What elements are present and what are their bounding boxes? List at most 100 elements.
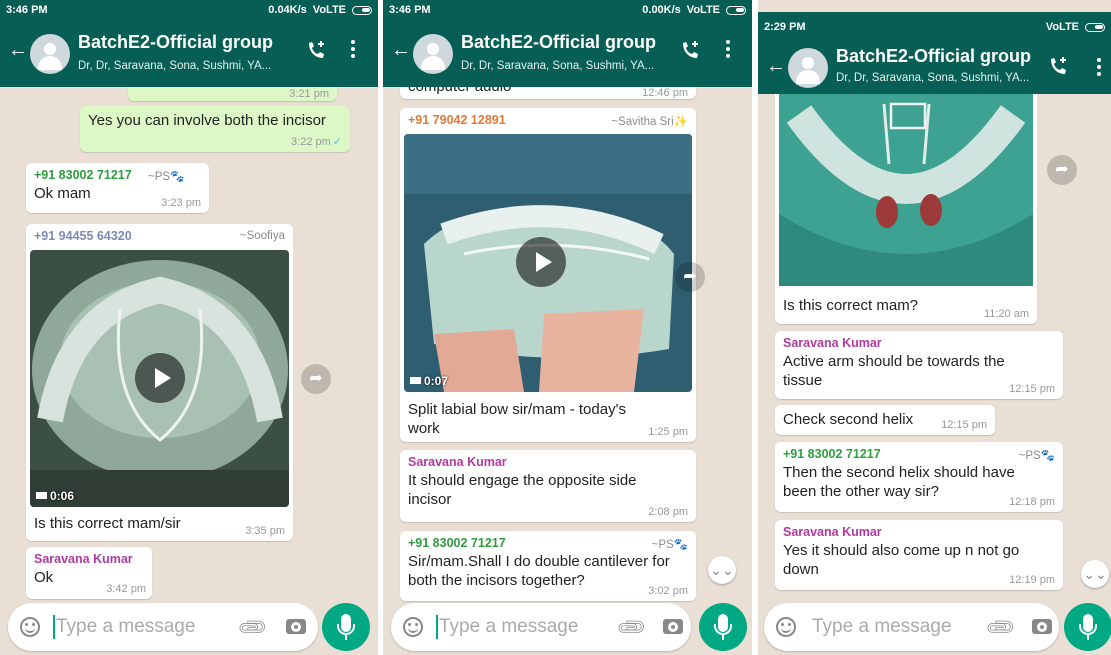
image-message-bubble[interactable]: Is this correct mam? 11:20 am bbox=[775, 94, 1037, 324]
image-thumbnail[interactable] bbox=[779, 94, 1033, 286]
message-bubble[interactable]: Saravana Kumar Yes it should also come u… bbox=[775, 520, 1063, 590]
back-arrow-icon[interactable]: ← bbox=[8, 40, 28, 60]
battery-icon bbox=[1085, 22, 1105, 32]
message-bubble[interactable]: 3:21 pm bbox=[128, 87, 337, 101]
message-time: 2:08 pm bbox=[648, 506, 688, 518]
emoji-icon[interactable] bbox=[403, 617, 423, 637]
sender-name[interactable]: Saravana Kumar bbox=[783, 336, 1055, 350]
chat-header[interactable]: ← BatchE2-Official group Dr, Dr, Saravan… bbox=[383, 20, 752, 87]
emoji-icon[interactable] bbox=[20, 617, 40, 637]
back-arrow-icon[interactable]: ← bbox=[391, 40, 411, 60]
message-time: 12:15 pm bbox=[941, 419, 987, 431]
chat-header[interactable]: ← BatchE2-Official group Dr, Dr, Saravan… bbox=[758, 42, 1111, 94]
camera-icon[interactable] bbox=[1032, 619, 1052, 634]
message-bubble[interactable]: +91 83002 71217 ~PS🐾 Sir/mam.Shall I do … bbox=[400, 531, 696, 601]
message-bubble[interactable]: Saravana Kumar Ok 3:42 pm bbox=[26, 547, 152, 599]
more-options-icon[interactable] bbox=[350, 38, 356, 60]
battery-icon bbox=[352, 5, 372, 15]
message-bubble[interactable]: Saravana Kumar It should engage the oppo… bbox=[400, 450, 696, 522]
message-bubble[interactable]: Saravana Kumar Active arm should be towa… bbox=[775, 331, 1063, 399]
back-arrow-icon[interactable]: ← bbox=[766, 56, 786, 76]
forward-icon[interactable]: ➦ bbox=[675, 262, 705, 292]
mic-button[interactable] bbox=[1064, 603, 1111, 651]
camera-icon[interactable] bbox=[663, 619, 683, 634]
video-message-bubble[interactable]: +91 79042 12891 ~Savitha Sri✨ 0:07 Split… bbox=[400, 108, 696, 442]
volte-label: VoLTE bbox=[686, 4, 720, 16]
status-time: 3:46 PM bbox=[6, 4, 48, 16]
video-duration: 0:07 bbox=[424, 374, 449, 388]
message-bubble[interactable]: +91 83002 71217 ~PS🐾 Ok mam 3:23 pm bbox=[26, 163, 209, 213]
status-bar: 2:29 PM VoLTE bbox=[758, 12, 1111, 42]
group-members[interactable]: Dr, Dr, Saravana, Sona, Sushmi, YA... bbox=[461, 60, 654, 72]
more-options-icon[interactable] bbox=[1096, 56, 1102, 78]
attach-icon[interactable]: 📎︎ bbox=[614, 610, 650, 646]
message-time: 3:23 pm bbox=[161, 197, 201, 209]
group-title[interactable]: BatchE2-Official group bbox=[836, 46, 1031, 67]
sender-pushname: ~Savitha Sri bbox=[611, 116, 674, 128]
message-time: 11:20 am bbox=[983, 308, 1029, 320]
sender-pushname: ~PS bbox=[148, 171, 171, 183]
sender-name[interactable]: +91 83002 71217 bbox=[783, 447, 1055, 461]
message-text: Active arm should be towards the tissue bbox=[783, 353, 1005, 389]
paw-emoji-icon: 🐾 bbox=[673, 539, 688, 551]
sender-name[interactable]: Saravana Kumar bbox=[408, 455, 688, 469]
message-time: 1:25 pm bbox=[648, 426, 688, 438]
video-thumbnail[interactable]: 0:07 bbox=[404, 134, 692, 392]
message-text: Sir/mam.Shall I do double cantilever for… bbox=[408, 553, 670, 589]
group-avatar[interactable] bbox=[788, 48, 828, 88]
add-call-icon[interactable] bbox=[306, 40, 328, 60]
message-bubble[interactable]: computer audio 12:46 pm bbox=[400, 87, 696, 99]
sender-name[interactable]: Saravana Kumar bbox=[783, 525, 1055, 539]
group-title[interactable]: BatchE2-Official group bbox=[461, 32, 656, 53]
play-icon[interactable] bbox=[516, 237, 566, 287]
sender-pushname: ~PS bbox=[651, 539, 674, 551]
volte-label: VoLTE bbox=[1045, 21, 1079, 33]
chat-panel-1: 3:46 PM 0.04K/s VoLTE ← BatchE2-Official … bbox=[0, 0, 378, 655]
dental-model-image bbox=[779, 94, 1033, 286]
forward-icon[interactable]: ➦ bbox=[301, 364, 331, 394]
chat-panel-3: 2:29 PM VoLTE ← BatchE2-Official group D… bbox=[758, 0, 1111, 655]
message-text: Split labial bow sir/mam - today's work bbox=[408, 401, 626, 437]
group-avatar[interactable] bbox=[30, 34, 70, 74]
network-speed: 0.04K/s bbox=[268, 4, 307, 16]
attach-icon[interactable]: 📎︎ bbox=[235, 610, 271, 646]
message-bubble[interactable]: +91 83002 71217 ~PS🐾 Then the second hel… bbox=[775, 442, 1063, 512]
scroll-down-icon[interactable]: ⌄⌄ bbox=[708, 556, 736, 584]
more-options-icon[interactable] bbox=[725, 38, 731, 60]
camera-icon[interactable] bbox=[286, 619, 306, 634]
chat-header[interactable]: ← BatchE2-Official group Dr, Dr, Saravan… bbox=[0, 20, 378, 87]
group-members[interactable]: Dr, Dr, Saravana, Sona, Sushmi, YA... bbox=[78, 60, 271, 72]
add-call-icon[interactable] bbox=[680, 40, 702, 60]
message-input-bar[interactable]: Type a message 📎︎ bbox=[391, 603, 691, 651]
sender-name[interactable]: +91 83002 71217 bbox=[408, 536, 688, 550]
scroll-down-icon[interactable]: ⌄⌄ bbox=[1081, 560, 1109, 588]
sent-tick-icon: ✓ bbox=[332, 136, 342, 148]
network-speed: 0.00K/s bbox=[642, 4, 681, 16]
group-avatar[interactable] bbox=[413, 34, 453, 74]
forward-icon[interactable]: ➦ bbox=[1047, 155, 1077, 185]
video-thumbnail[interactable]: 0:06 bbox=[30, 250, 289, 507]
message-input[interactable]: Type a message bbox=[812, 616, 951, 638]
message-input-bar[interactable]: Type a message 📎︎ bbox=[8, 603, 318, 651]
message-input-bar[interactable]: Type a message 📎︎ bbox=[764, 603, 1059, 651]
message-text: Yes you can involve both the incisor bbox=[88, 112, 326, 129]
mic-button[interactable] bbox=[322, 603, 370, 651]
message-bubble[interactable]: Yes you can involve both the incisor 3:2… bbox=[80, 106, 350, 152]
attach-icon[interactable]: 📎︎ bbox=[983, 610, 1019, 646]
play-icon[interactable] bbox=[135, 353, 185, 403]
volte-label: VoLTE bbox=[312, 4, 346, 16]
message-input[interactable]: Type a message bbox=[439, 616, 578, 638]
video-camera-icon bbox=[410, 377, 421, 384]
message-bubble[interactable]: Check second helix 12:15 pm bbox=[775, 405, 995, 435]
group-members[interactable]: Dr, Dr, Saravana, Sona, Sushmi, YA... bbox=[836, 72, 1029, 84]
message-input[interactable]: Type a message bbox=[56, 616, 195, 638]
video-duration: 0:06 bbox=[50, 489, 75, 503]
video-message-bubble[interactable]: +91 94455 64320 ~Soofiya 0:06 Is this co… bbox=[26, 224, 293, 541]
add-call-icon[interactable] bbox=[1048, 56, 1070, 76]
mic-button[interactable] bbox=[699, 603, 747, 651]
sender-pushname: ~PS bbox=[1018, 450, 1041, 462]
sender-name[interactable]: Saravana Kumar bbox=[34, 552, 144, 566]
message-time: 12:46 pm bbox=[642, 87, 688, 99]
emoji-icon[interactable] bbox=[776, 617, 796, 637]
group-title[interactable]: BatchE2-Official group bbox=[78, 32, 273, 53]
